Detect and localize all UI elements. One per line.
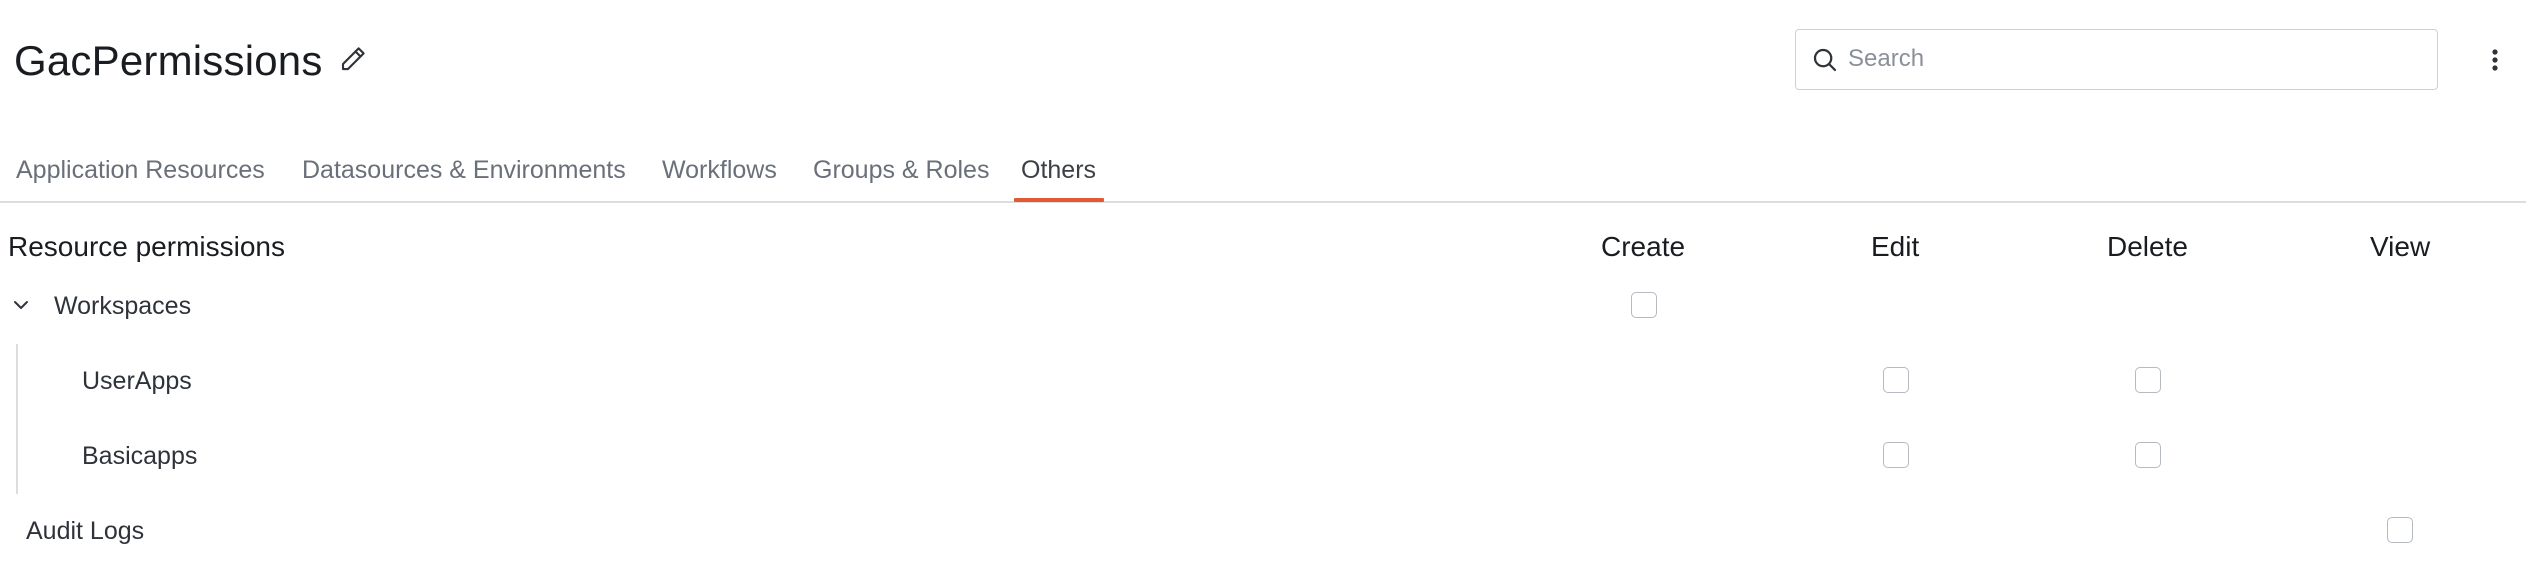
tab-others[interactable]: Others: [1021, 154, 1096, 186]
row-label-audit-logs: Audit Logs: [26, 517, 145, 545]
checkbox-audit-logs-view[interactable]: [2387, 517, 2413, 543]
column-header-view: View: [2370, 231, 2431, 262]
checkbox-userapps-edit[interactable]: [1883, 367, 1909, 393]
tab-application-resources[interactable]: Application Resources: [16, 154, 265, 186]
column-header-create: Create: [1601, 231, 1686, 262]
column-header-edit: Edit: [1871, 231, 1920, 262]
vertical-ellipsis-icon[interactable]: [2480, 38, 2510, 82]
tab-bar: Application Resources Datasources & Envi…: [0, 140, 2526, 203]
checkbox-userapps-delete[interactable]: [2135, 367, 2161, 393]
row-label-userapps: UserApps: [82, 367, 192, 395]
tab-workflows[interactable]: Workflows: [662, 154, 777, 186]
checkbox-workspaces-create[interactable]: [1631, 292, 1657, 318]
tab-groups-roles[interactable]: Groups & Roles: [813, 154, 989, 186]
search-input[interactable]: [1848, 38, 2418, 80]
tab-datasources-environments[interactable]: Datasources & Environments: [302, 154, 626, 186]
page-header: GacPermissions: [0, 0, 2526, 120]
page-title: GacPermissions: [14, 37, 323, 84]
tree-indent-line: [16, 344, 18, 494]
column-header-delete: Delete: [2107, 231, 2188, 262]
chevron-down-icon[interactable]: [10, 294, 32, 316]
active-tab-indicator: [1014, 198, 1104, 202]
row-label-basicapps: Basicapps: [82, 442, 198, 470]
search-icon: [1810, 45, 1840, 75]
section-title: Resource permissions: [8, 231, 285, 262]
search-box[interactable]: [1795, 29, 2438, 90]
checkbox-basicapps-delete[interactable]: [2135, 442, 2161, 468]
pencil-icon[interactable]: [338, 44, 368, 74]
row-label-workspaces: Workspaces: [54, 292, 192, 320]
checkbox-basicapps-edit[interactable]: [1883, 442, 1909, 468]
